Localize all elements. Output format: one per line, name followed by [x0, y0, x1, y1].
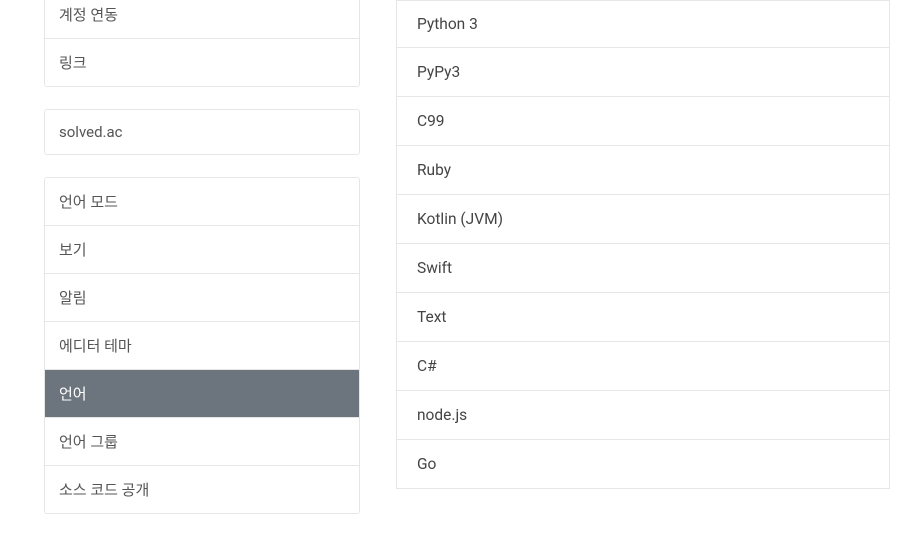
sidebar-item-account-link[interactable]: 계정 연동 — [45, 0, 359, 39]
sidebar-group-account: 계정 연동 링크 — [44, 0, 360, 87]
list-item[interactable]: node.js — [396, 391, 890, 440]
sidebar-item-links[interactable]: 링크 — [45, 39, 359, 86]
list-item[interactable]: Ruby — [396, 146, 890, 195]
sidebar-item-editor-theme[interactable]: 에디터 테마 — [45, 322, 359, 370]
list-item[interactable]: Text — [396, 293, 890, 342]
list-item[interactable]: Python 3 — [396, 1, 890, 48]
sidebar-item-language[interactable]: 언어 — [45, 370, 359, 418]
list-item[interactable]: Go — [396, 440, 890, 489]
list-item[interactable]: Kotlin (JVM) — [396, 195, 890, 244]
list-item[interactable]: C99 — [396, 97, 890, 146]
sidebar-item-view[interactable]: 보기 — [45, 226, 359, 274]
sidebar-item-solvedac[interactable]: solved.ac — [45, 110, 359, 154]
sidebar: 계정 연동 링크 solved.ac 언어 모드 보기 알림 에디터 테마 언어… — [0, 0, 360, 536]
sidebar-group-settings: 언어 모드 보기 알림 에디터 테마 언어 언어 그룹 소스 코드 공개 — [44, 177, 360, 514]
list-item[interactable]: PyPy3 — [396, 48, 890, 97]
sidebar-item-language-mode[interactable]: 언어 모드 — [45, 178, 359, 226]
main-content: Python 3 PyPy3 C99 Ruby Kotlin (JVM) Swi… — [360, 0, 900, 536]
language-list: Python 3 PyPy3 C99 Ruby Kotlin (JVM) Swi… — [396, 0, 890, 489]
sidebar-item-source-code-public[interactable]: 소스 코드 공개 — [45, 466, 359, 513]
sidebar-item-notifications[interactable]: 알림 — [45, 274, 359, 322]
list-item[interactable]: C# — [396, 342, 890, 391]
sidebar-group-solvedac: solved.ac — [44, 109, 360, 155]
list-item[interactable]: Swift — [396, 244, 890, 293]
sidebar-item-language-group[interactable]: 언어 그룹 — [45, 418, 359, 466]
